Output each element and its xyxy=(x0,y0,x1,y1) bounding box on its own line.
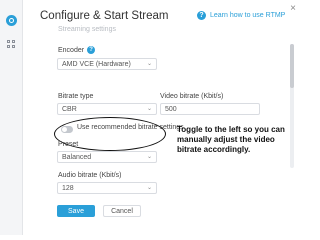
live-stream-icon[interactable] xyxy=(6,15,17,26)
chevron-down-icon: ⌄ xyxy=(146,106,152,112)
encoder-value: AMD VCE (Hardware) xyxy=(62,61,131,68)
bitrate-type-select[interactable]: CBR ⌄ xyxy=(57,103,157,115)
scrollbar-thumb[interactable] xyxy=(290,44,294,88)
preset-value: Balanced xyxy=(62,154,92,161)
cancel-button[interactable]: Cancel xyxy=(103,205,141,217)
video-bitrate-input[interactable]: 500 xyxy=(160,103,260,115)
dialog-title: Configure & Start Stream xyxy=(40,10,169,22)
question-circle-icon: ? xyxy=(197,11,206,20)
grid-icon[interactable] xyxy=(7,40,16,49)
chevron-down-icon: ⌄ xyxy=(146,185,152,191)
audio-bitrate-value: 128 xyxy=(62,185,74,192)
preset-select[interactable]: Balanced ⌄ xyxy=(57,151,157,163)
save-button[interactable]: Save xyxy=(57,205,95,217)
chevron-down-icon: ⌄ xyxy=(146,154,152,160)
video-bitrate-label: Video bitrate (Kbit/s) xyxy=(160,93,224,100)
annotation-text: Toggle to the left so you can manually a… xyxy=(177,125,285,154)
scrollbar[interactable] xyxy=(290,44,294,168)
rail-divider xyxy=(22,0,23,235)
preset-label: Preset xyxy=(58,141,79,148)
encoder-help-icon[interactable]: ? xyxy=(87,46,96,54)
chevron-down-icon: ⌄ xyxy=(146,61,152,67)
encoder-label: Encoder ? xyxy=(58,46,96,54)
left-rail xyxy=(0,0,22,235)
clipped-section-label: Streaming settings xyxy=(58,26,116,33)
help-link-label: Learn how to use RTMP xyxy=(210,12,286,19)
bitrate-type-value: CBR xyxy=(62,106,77,113)
audio-bitrate-label: Audio bitrate (Kbit/s) xyxy=(58,172,122,179)
bitrate-type-label: Bitrate type xyxy=(58,93,94,100)
audio-bitrate-select[interactable]: 128 ⌄ xyxy=(57,182,157,194)
encoder-select[interactable]: AMD VCE (Hardware) ⌄ xyxy=(57,58,157,70)
clipped-section-header: Streaming settings xyxy=(58,25,138,35)
close-icon[interactable]: × xyxy=(290,3,296,14)
help-link[interactable]: ? Learn how to use RTMP xyxy=(197,11,285,20)
